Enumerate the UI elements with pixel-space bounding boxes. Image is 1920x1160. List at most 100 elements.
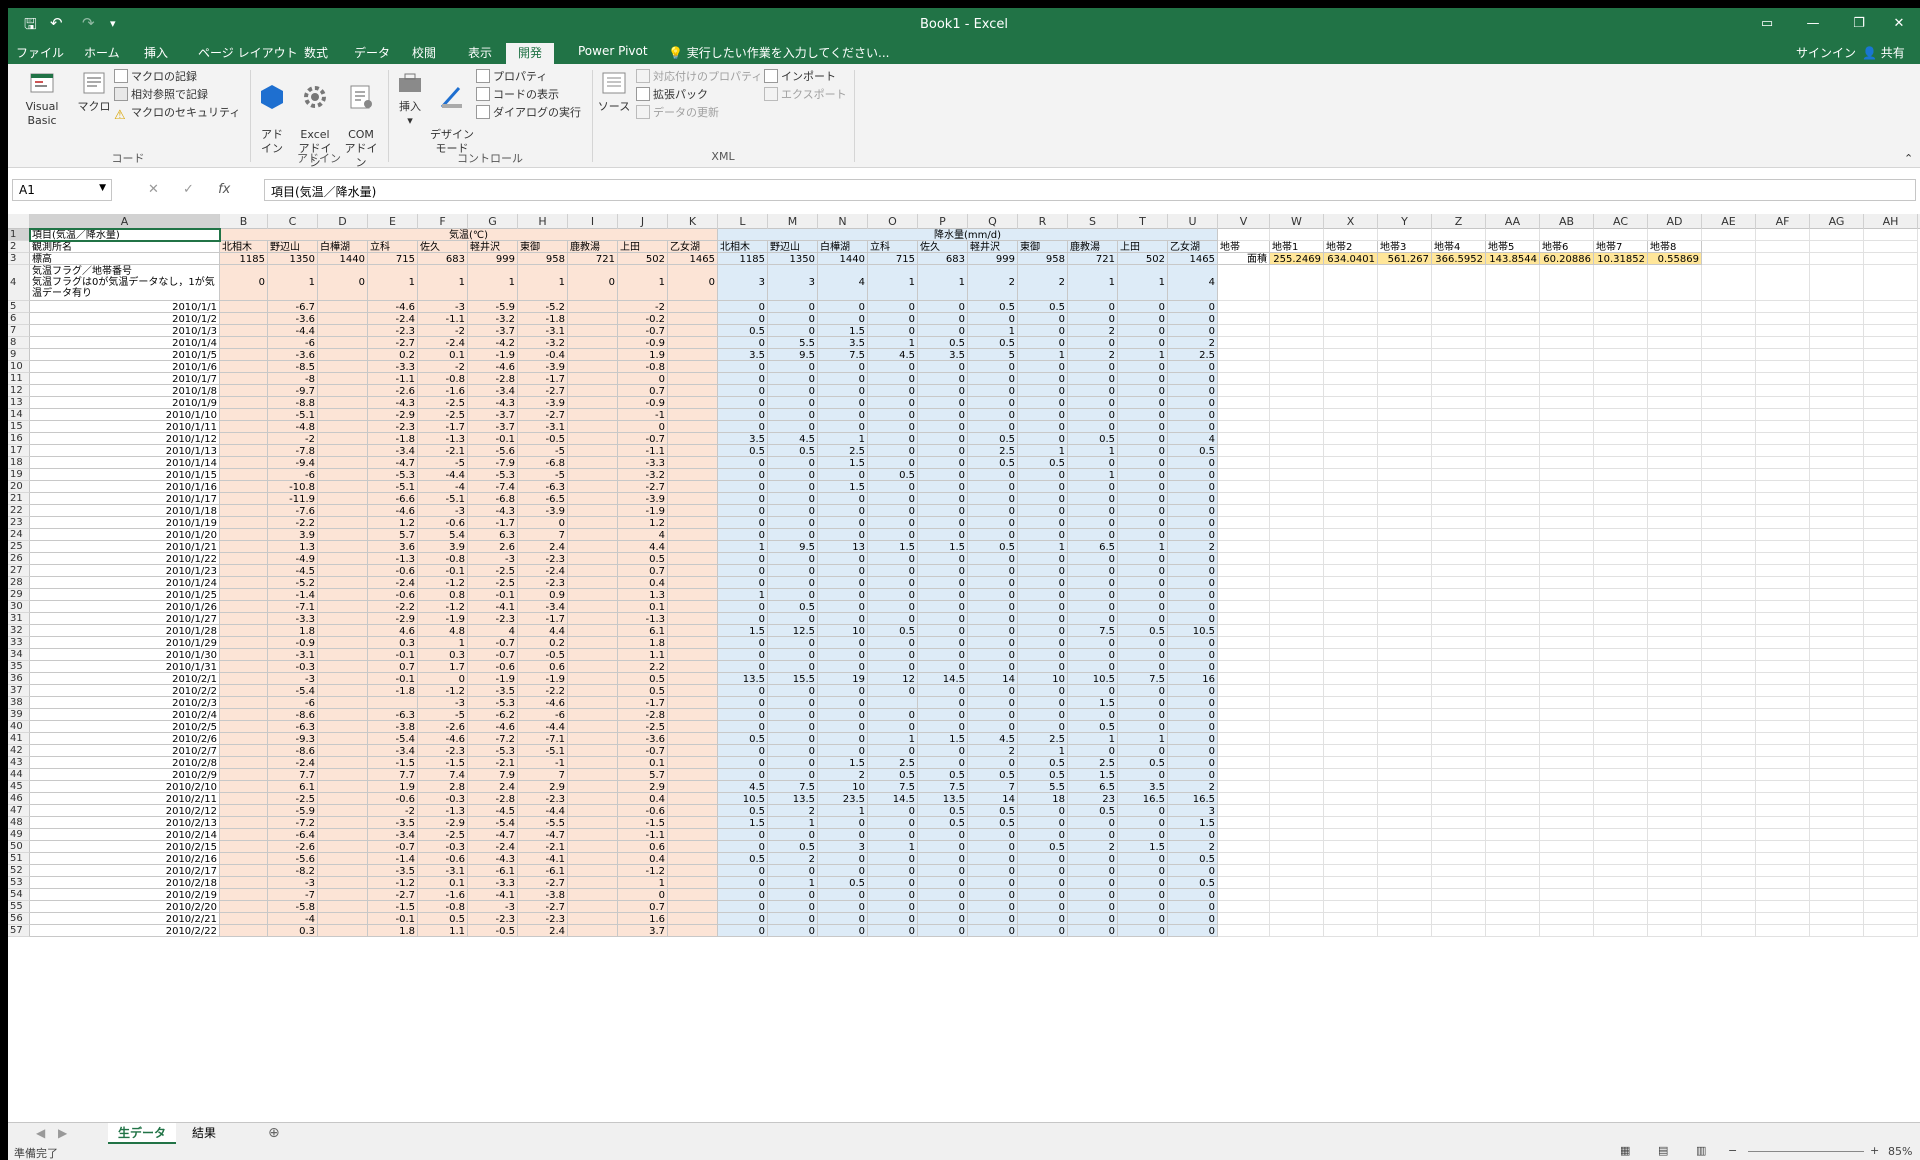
empty-cell[interactable]: [1864, 889, 1918, 901]
empty-cell[interactable]: [1324, 265, 1378, 301]
empty-cell[interactable]: [1270, 841, 1324, 853]
empty-cell[interactable]: [1648, 373, 1702, 385]
empty-cell[interactable]: [1270, 493, 1324, 505]
temp-cell[interactable]: 0: [418, 673, 468, 685]
precip-cell[interactable]: 0.5: [1018, 757, 1068, 769]
precip-cell[interactable]: 0: [768, 709, 818, 721]
empty-cell[interactable]: [1756, 745, 1810, 757]
precip-cell[interactable]: 0: [768, 493, 818, 505]
empty-cell[interactable]: [1270, 397, 1324, 409]
temp-cell[interactable]: [318, 349, 368, 361]
empty-cell[interactable]: [1594, 553, 1648, 565]
precip-cell[interactable]: 2: [768, 853, 818, 865]
empty-cell[interactable]: [1864, 517, 1918, 529]
zone-number[interactable]: 2: [1018, 265, 1068, 301]
temp-cell[interactable]: [318, 565, 368, 577]
row-header[interactable]: 51: [8, 853, 30, 865]
empty-cell[interactable]: [1218, 733, 1270, 745]
empty-cell[interactable]: [1810, 577, 1864, 589]
tell-me-search[interactable]: 💡 実行したい作業を入力してください...: [668, 44, 889, 61]
empty-cell[interactable]: [1648, 397, 1702, 409]
temp-cell[interactable]: -1: [618, 409, 668, 421]
precip-cell[interactable]: 0: [1068, 829, 1118, 841]
temp-cell[interactable]: 1.9: [618, 349, 668, 361]
temp-cell[interactable]: -8.6: [268, 709, 318, 721]
signin-link[interactable]: サインイン: [1796, 44, 1856, 61]
precip-cell[interactable]: 9.5: [768, 541, 818, 553]
empty-cell[interactable]: [1218, 913, 1270, 925]
empty-cell[interactable]: [1378, 529, 1432, 541]
macro-security-button[interactable]: ⚠ マクロのセキュリティ: [114, 104, 240, 123]
temp-cell[interactable]: -2.6: [268, 841, 318, 853]
precip-cell[interactable]: 0: [718, 901, 768, 913]
row-header[interactable]: 49: [8, 829, 30, 841]
precip-cell[interactable]: 0: [868, 877, 918, 889]
empty-cell[interactable]: [1702, 505, 1756, 517]
precip-cell[interactable]: 2: [1068, 349, 1118, 361]
empty-cell[interactable]: [1702, 421, 1756, 433]
precip-cell[interactable]: 0: [1068, 649, 1118, 661]
empty-cell[interactable]: [1432, 865, 1486, 877]
temp-cell[interactable]: [318, 373, 368, 385]
empty-cell[interactable]: [1810, 805, 1864, 817]
temp-cell[interactable]: -3: [418, 301, 468, 313]
empty-cell[interactable]: [1270, 505, 1324, 517]
temp-cell[interactable]: -1.7: [518, 373, 568, 385]
empty-cell[interactable]: [1540, 841, 1594, 853]
precip-cell[interactable]: 10.5: [1068, 673, 1118, 685]
empty-cell[interactable]: [1270, 781, 1324, 793]
precip-cell[interactable]: 0: [1068, 373, 1118, 385]
row-header[interactable]: 42: [8, 745, 30, 757]
precip-cell[interactable]: 0: [1168, 577, 1218, 589]
temp-cell[interactable]: -2.8: [468, 373, 518, 385]
precip-cell[interactable]: 2: [1168, 541, 1218, 553]
precip-cell[interactable]: 0: [1068, 913, 1118, 925]
temp-cell[interactable]: -9.3: [268, 733, 318, 745]
precip-cell[interactable]: 0: [1018, 373, 1068, 385]
empty-cell[interactable]: [1378, 409, 1432, 421]
empty-cell[interactable]: [1864, 349, 1918, 361]
empty-cell[interactable]: [1594, 817, 1648, 829]
empty-cell[interactable]: [1324, 841, 1378, 853]
temp-cell[interactable]: -2.2: [518, 685, 568, 697]
temp-cell[interactable]: 0.1: [418, 877, 468, 889]
empty-cell[interactable]: [1594, 913, 1648, 925]
empty-cell[interactable]: [1594, 565, 1648, 577]
temp-cell[interactable]: 4.4: [518, 625, 568, 637]
precip-cell[interactable]: 10.5: [718, 793, 768, 805]
temp-cell[interactable]: 7: [518, 769, 568, 781]
temp-cell[interactable]: -3.4: [518, 601, 568, 613]
precip-cell[interactable]: 0: [1018, 625, 1068, 637]
precip-cell[interactable]: 0: [1018, 817, 1068, 829]
empty-cell[interactable]: [1432, 445, 1486, 457]
column-header[interactable]: S: [1068, 214, 1118, 229]
precip-cell[interactable]: 0: [1118, 709, 1168, 721]
precip-cell[interactable]: 0.5: [968, 805, 1018, 817]
temp-cell[interactable]: -1.2: [368, 877, 418, 889]
precip-cell[interactable]: 0: [968, 409, 1018, 421]
temp-cell[interactable]: [318, 577, 368, 589]
zoom-in-icon[interactable]: +: [1870, 1144, 1879, 1157]
empty-cell[interactable]: [1270, 889, 1324, 901]
empty-cell[interactable]: [1378, 349, 1432, 361]
precip-cell[interactable]: 0: [868, 589, 918, 601]
date-cell[interactable]: 2010/2/15: [30, 841, 220, 853]
temp-cell[interactable]: -2: [418, 325, 468, 337]
temp-cell[interactable]: [318, 757, 368, 769]
precip-cell[interactable]: 0: [1068, 685, 1118, 697]
precip-cell[interactable]: 0: [918, 757, 968, 769]
empty-cell[interactable]: [1864, 709, 1918, 721]
empty-cell[interactable]: [1594, 433, 1648, 445]
precip-cell[interactable]: 3: [818, 841, 868, 853]
empty-cell[interactable]: [1486, 565, 1540, 577]
temp-cell[interactable]: [220, 445, 268, 457]
empty-cell[interactable]: [1648, 901, 1702, 913]
temp-cell[interactable]: 2.9: [618, 781, 668, 793]
temp-cell[interactable]: -2: [268, 433, 318, 445]
temp-cell[interactable]: -8.8: [268, 397, 318, 409]
temp-cell[interactable]: -0.1: [468, 433, 518, 445]
empty-cell[interactable]: [1594, 769, 1648, 781]
temp-cell[interactable]: [668, 493, 718, 505]
temp-cell[interactable]: [220, 577, 268, 589]
precip-cell[interactable]: 0: [868, 517, 918, 529]
